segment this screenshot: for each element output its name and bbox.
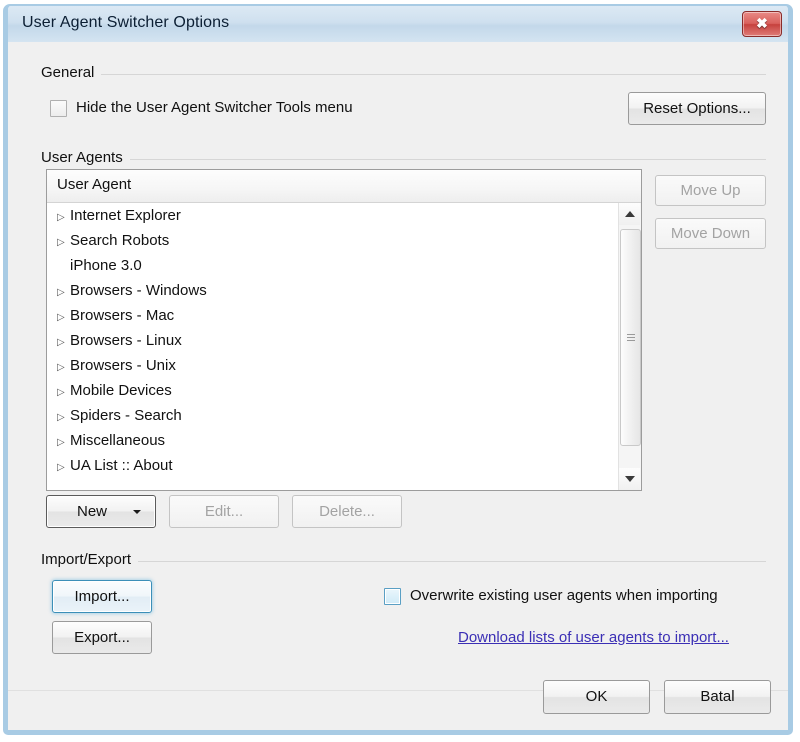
cancel-button[interactable]: Batal xyxy=(664,680,771,714)
scroll-up-icon[interactable] xyxy=(619,203,640,225)
import-button[interactable]: Import... xyxy=(52,580,152,613)
list-item-indent xyxy=(57,255,70,280)
download-lists-link[interactable]: Download lists of user agents to import.… xyxy=(458,629,729,646)
export-button[interactable]: Export... xyxy=(52,621,152,654)
hide-tools-menu-label: Hide the User Agent Switcher Tools menu xyxy=(76,99,353,116)
list-item[interactable]: ▷ Browsers - Mac xyxy=(47,303,619,328)
scrollbar-thumb[interactable] xyxy=(620,229,641,446)
list-item[interactable]: ▷ UA List :: About xyxy=(47,453,619,478)
chevron-down-icon xyxy=(133,509,141,514)
user-agents-list-header: User Agent xyxy=(47,170,641,203)
list-item-label: Internet Explorer xyxy=(70,207,181,224)
scroll-down-icon[interactable] xyxy=(619,468,640,490)
list-item[interactable]: ▷ Browsers - Linux xyxy=(47,328,619,353)
list-item-label: UA List :: About xyxy=(70,457,173,474)
list-item[interactable]: ▷ Miscellaneous xyxy=(47,428,619,453)
move-down-button[interactable]: Move Down xyxy=(655,218,766,249)
scrollbar-grip-icon xyxy=(626,333,635,342)
delete-label: Delete... xyxy=(319,503,375,520)
edit-label: Edit... xyxy=(204,503,244,520)
reset-options-button[interactable]: Reset Options... xyxy=(628,92,766,125)
list-item[interactable]: ▷ Spiders - Search xyxy=(47,403,619,428)
general-group-label: General xyxy=(41,64,102,81)
reset-options-label: Reset Options... xyxy=(643,100,751,117)
expand-triangle-icon[interactable]: ▷ xyxy=(57,405,70,430)
import-export-group-label: Import/Export xyxy=(41,551,139,568)
user-agents-scrollbar[interactable] xyxy=(618,203,641,490)
user-agents-group-label: User Agents xyxy=(41,149,130,166)
list-item[interactable]: ▷ Mobile Devices xyxy=(47,378,619,403)
move-up-button[interactable]: Move Up xyxy=(655,175,766,206)
expand-triangle-icon[interactable]: ▷ xyxy=(57,455,70,480)
expand-triangle-icon[interactable]: ▷ xyxy=(57,330,70,355)
list-item[interactable]: ▷ Browsers - Windows xyxy=(47,278,619,303)
dialog-client-area: General Hide the User Agent Switcher Too… xyxy=(8,42,788,730)
expand-triangle-icon[interactable]: ▷ xyxy=(57,280,70,305)
user-agent-column-header: User Agent xyxy=(57,176,132,193)
expand-triangle-icon[interactable]: ▷ xyxy=(57,430,70,455)
list-item[interactable]: ▷ Internet Explorer xyxy=(47,203,619,228)
delete-button[interactable]: Delete... xyxy=(292,495,402,528)
general-group-rule xyxy=(41,74,766,76)
dialog-window: User Agent Switcher Options ✖ General Hi… xyxy=(3,4,793,735)
list-item-label: Spiders - Search xyxy=(70,407,182,424)
list-item-label: Browsers - Linux xyxy=(70,332,182,349)
list-item-label: Search Robots xyxy=(70,232,170,249)
expand-triangle-icon[interactable]: ▷ xyxy=(57,230,70,255)
expand-triangle-icon[interactable]: ▷ xyxy=(57,205,70,230)
list-item[interactable]: ▷ Browsers - Unix xyxy=(47,353,619,378)
list-item-label: Browsers - Unix xyxy=(70,357,176,374)
move-up-label: Move Up xyxy=(680,182,741,199)
list-item[interactable]: iPhone 3.0 xyxy=(47,253,619,278)
move-down-label: Move Down xyxy=(670,225,751,242)
list-item-label: iPhone 3.0 xyxy=(70,257,142,274)
close-button[interactable]: ✖ xyxy=(742,11,782,37)
import-label: Import... xyxy=(74,588,130,605)
ok-button[interactable]: OK xyxy=(543,680,650,714)
close-icon: ✖ xyxy=(756,15,768,31)
new-button[interactable]: New xyxy=(46,495,156,528)
user-agents-list[interactable]: User Agent ▷ Internet Explorer ▷ Search Rob… xyxy=(46,169,642,491)
hide-tools-menu-checkbox[interactable] xyxy=(50,100,67,117)
expand-triangle-icon[interactable]: ▷ xyxy=(57,355,70,380)
window-title: User Agent Switcher Options xyxy=(22,14,230,31)
title-bar: User Agent Switcher Options ✖ xyxy=(8,6,788,43)
user-agents-group-rule xyxy=(41,159,766,161)
ok-label: OK xyxy=(585,688,608,705)
list-item-label: Browsers - Windows xyxy=(70,282,207,299)
expand-triangle-icon[interactable]: ▷ xyxy=(57,380,70,405)
list-item-label: Mobile Devices xyxy=(70,382,172,399)
list-item-label: Miscellaneous xyxy=(70,432,166,449)
cancel-label: Batal xyxy=(700,688,735,705)
export-label: Export... xyxy=(74,629,130,646)
overwrite-existing-label: Overwrite existing user agents when impo… xyxy=(410,587,718,604)
list-item[interactable]: ▷ Search Robots xyxy=(47,228,619,253)
import-export-group-rule xyxy=(41,561,766,563)
user-agents-rows: ▷ Internet Explorer ▷ Search Robots iPhone … xyxy=(47,203,619,490)
list-item-label: Browsers - Mac xyxy=(70,307,175,324)
edit-button[interactable]: Edit... xyxy=(169,495,279,528)
overwrite-existing-checkbox[interactable] xyxy=(384,588,401,605)
expand-triangle-icon[interactable]: ▷ xyxy=(57,305,70,330)
